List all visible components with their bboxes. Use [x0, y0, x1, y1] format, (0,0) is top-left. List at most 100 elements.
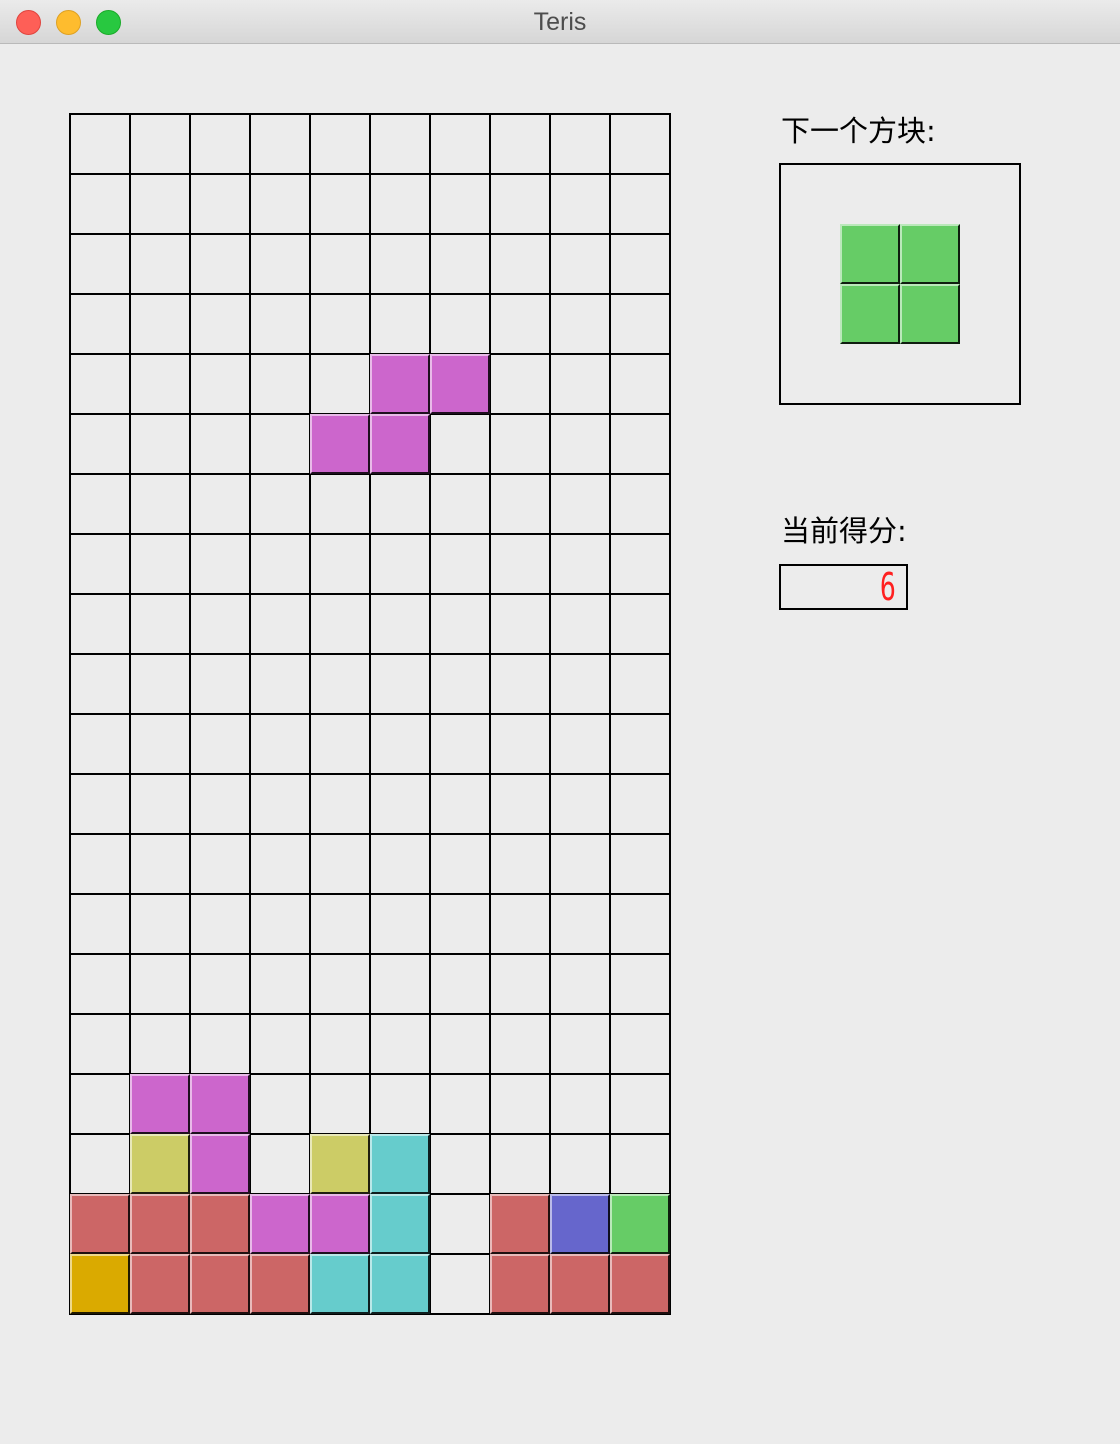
block-cell-red: [190, 1254, 250, 1314]
block-cell-magenta: [430, 354, 490, 414]
block-cell-green: [610, 1194, 670, 1254]
empty-cell: [550, 714, 610, 774]
block-cell-olive: [310, 1134, 370, 1194]
empty-cell: [430, 534, 490, 594]
empty-cell: [550, 294, 610, 354]
window-title: Teris: [533, 8, 587, 36]
empty-cell: [190, 294, 250, 354]
empty-cell: [310, 474, 370, 534]
empty-cell: [490, 1134, 550, 1194]
empty-cell: [250, 1134, 310, 1194]
empty-cell: [430, 714, 490, 774]
empty-cell: [490, 414, 550, 474]
block-cell-cyan: [370, 1194, 430, 1254]
empty-cell: [610, 954, 670, 1014]
block-cell-magenta: [370, 354, 430, 414]
empty-cell: [370, 594, 430, 654]
block-cell-red: [130, 1194, 190, 1254]
empty-cell: [430, 1074, 490, 1134]
empty-cell: [430, 1194, 490, 1254]
empty-cell: [190, 594, 250, 654]
score-value: 6: [879, 565, 896, 609]
empty-cell: [250, 594, 310, 654]
empty-cell: [310, 834, 370, 894]
title-bar: Teris: [0, 0, 1120, 44]
empty-cell: [550, 954, 610, 1014]
empty-cell: [310, 354, 370, 414]
empty-cell: [370, 654, 430, 714]
empty-cell: [250, 654, 310, 714]
empty-cell: [250, 774, 310, 834]
empty-cell: [430, 174, 490, 234]
empty-cell: [610, 834, 670, 894]
empty-cell: [610, 354, 670, 414]
empty-cell: [550, 1134, 610, 1194]
empty-cell: [550, 114, 610, 174]
empty-cell: [550, 174, 610, 234]
empty-cell: [70, 1074, 130, 1134]
empty-cell: [250, 174, 310, 234]
next-piece-preview: [779, 163, 1021, 405]
empty-cell: [70, 474, 130, 534]
empty-cell: [370, 1014, 430, 1074]
empty-cell: [70, 594, 130, 654]
empty-cell: [190, 834, 250, 894]
empty-cell: [70, 174, 130, 234]
empty-cell: [430, 414, 490, 474]
empty-cell: [610, 594, 670, 654]
empty-cell: [130, 954, 190, 1014]
empty-cell: [430, 1134, 490, 1194]
block-cell-cyan: [370, 1134, 430, 1194]
empty-cell: [370, 174, 430, 234]
empty-cell: [550, 834, 610, 894]
empty-cell: [250, 414, 310, 474]
empty-cell: [310, 954, 370, 1014]
empty-cell: [370, 474, 430, 534]
empty-cell: [370, 834, 430, 894]
empty-cell: [190, 234, 250, 294]
empty-cell: [70, 114, 130, 174]
score-display: 6: [779, 564, 908, 610]
empty-cell: [490, 534, 550, 594]
empty-cell: [190, 114, 250, 174]
game-board[interactable]: [69, 113, 671, 1315]
empty-cell: [370, 294, 430, 354]
empty-cell: [190, 534, 250, 594]
empty-cell: [70, 894, 130, 954]
block-cell-magenta: [370, 414, 430, 474]
empty-cell: [550, 234, 610, 294]
empty-cell: [310, 174, 370, 234]
empty-cell: [70, 234, 130, 294]
block-cell-blue: [550, 1194, 610, 1254]
empty-cell: [250, 534, 310, 594]
empty-cell: [610, 774, 670, 834]
empty-cell: [250, 234, 310, 294]
empty-cell: [190, 654, 250, 714]
empty-cell: [550, 774, 610, 834]
block-cell-red: [130, 1254, 190, 1314]
empty-cell: [190, 174, 250, 234]
next-piece-cell: [900, 224, 960, 284]
empty-cell: [370, 954, 430, 1014]
empty-cell: [490, 834, 550, 894]
empty-cell: [490, 114, 550, 174]
empty-cell: [190, 1014, 250, 1074]
empty-cell: [190, 954, 250, 1014]
block-cell-red: [250, 1254, 310, 1314]
next-piece-cell: [900, 284, 960, 344]
empty-cell: [430, 594, 490, 654]
empty-cell: [610, 294, 670, 354]
block-cell-cyan: [310, 1254, 370, 1314]
empty-cell: [610, 1134, 670, 1194]
empty-cell: [430, 234, 490, 294]
next-piece-label: 下一个方块:: [781, 114, 936, 148]
empty-cell: [610, 234, 670, 294]
empty-cell: [250, 1074, 310, 1134]
empty-cell: [610, 174, 670, 234]
empty-cell: [70, 294, 130, 354]
empty-cell: [130, 774, 190, 834]
empty-cell: [430, 654, 490, 714]
empty-cell: [70, 1014, 130, 1074]
empty-cell: [190, 714, 250, 774]
empty-cell: [550, 534, 610, 594]
